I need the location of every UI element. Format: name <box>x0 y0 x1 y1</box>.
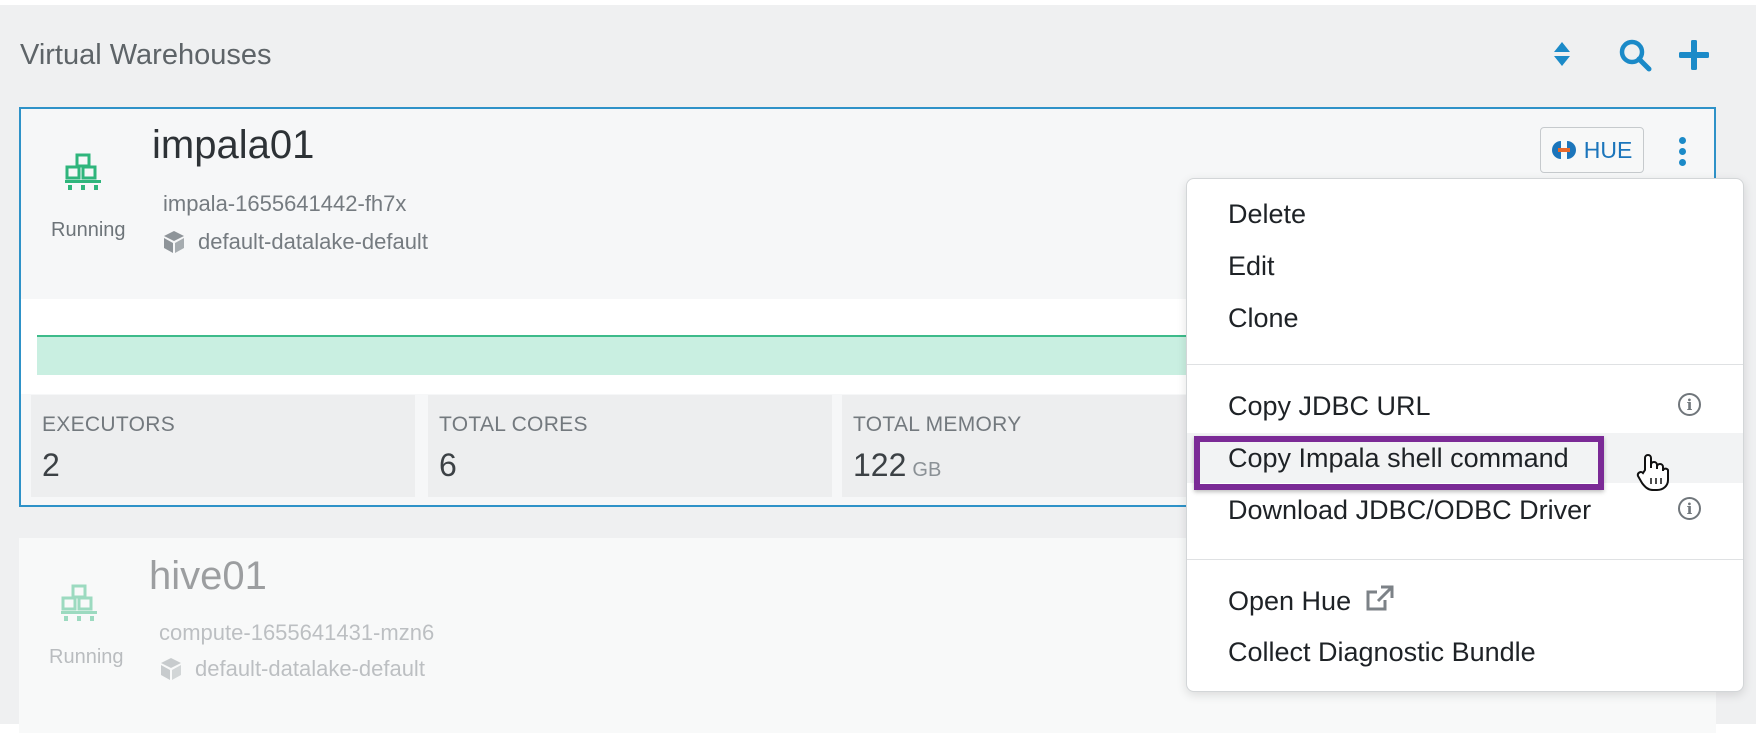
stat-total-memory: TOTAL MEMORY 122 GB <box>842 395 1242 497</box>
hue-logo-icon <box>1551 141 1576 159</box>
menu-item-copy-jdbc-url[interactable]: Copy JDBC URL i <box>1187 381 1743 431</box>
info-icon[interactable]: i <box>1678 497 1701 520</box>
menu-item-edit[interactable]: Edit <box>1187 241 1743 291</box>
warehouse-id: compute-1655641431-mzn6 <box>159 620 435 645</box>
stat-label: TOTAL CORES <box>439 413 588 436</box>
hue-label: HUE <box>1583 136 1633 163</box>
page-title: Virtual Warehouses <box>20 39 272 71</box>
warehouse-id: impala-1655641442-fh7x <box>163 191 407 216</box>
usage-bar <box>37 335 1237 375</box>
info-icon[interactable]: i <box>1678 393 1701 416</box>
menu-item-clone[interactable]: Clone <box>1187 293 1743 343</box>
sort-icon[interactable] <box>1552 41 1572 67</box>
stat-executors: EXECUTORS 2 <box>31 395 415 497</box>
search-icon[interactable] <box>1618 38 1652 72</box>
stat-label: TOTAL MEMORY <box>853 413 1022 436</box>
add-icon[interactable] <box>1678 39 1710 71</box>
menu-divider <box>1187 364 1743 365</box>
stat-value: 6 <box>439 447 457 483</box>
menu-item-download-driver[interactable]: Download JDBC/ODBC Driver i <box>1187 485 1743 535</box>
environment-name: default-datalake-default <box>195 656 425 681</box>
more-options-icon[interactable] <box>1672 137 1692 167</box>
hue-button[interactable]: HUE <box>1540 127 1644 173</box>
stat-value: 122 GB <box>853 447 942 483</box>
environment-name: default-datalake-default <box>198 229 428 254</box>
menu-item-open-hue[interactable]: Open Hue <box>1187 575 1743 625</box>
stat-total-cores: TOTAL CORES 6 <box>428 395 832 497</box>
status-label: Running <box>49 646 124 668</box>
cube-icon <box>161 658 181 680</box>
warehouse-icon <box>65 153 101 190</box>
stat-unit: GB <box>912 459 942 481</box>
menu-divider <box>1187 559 1743 560</box>
warehouse-name[interactable]: impala01 <box>152 123 314 168</box>
warehouse-actions-menu: Delete Edit Clone Copy JDBC URL i Copy I… <box>1186 178 1744 692</box>
menu-item-collect-diagnostic-bundle[interactable]: Collect Diagnostic Bundle <box>1187 627 1743 677</box>
menu-item-delete[interactable]: Delete <box>1187 189 1743 239</box>
stat-value: 2 <box>42 447 60 483</box>
status-label: Running <box>51 219 126 241</box>
external-link-icon <box>1366 585 1394 611</box>
warehouse-icon <box>61 584 97 621</box>
hand-cursor-icon <box>1636 454 1669 491</box>
environment-row: default-datalake-default <box>159 656 425 682</box>
annotation-highlight-box <box>1194 436 1604 490</box>
open-hue-label: Open Hue <box>1228 586 1352 616</box>
cube-icon <box>164 231 184 253</box>
environment-row: default-datalake-default <box>162 229 428 255</box>
stat-label: EXECUTORS <box>42 413 176 436</box>
warehouse-name[interactable]: hive01 <box>149 554 267 599</box>
